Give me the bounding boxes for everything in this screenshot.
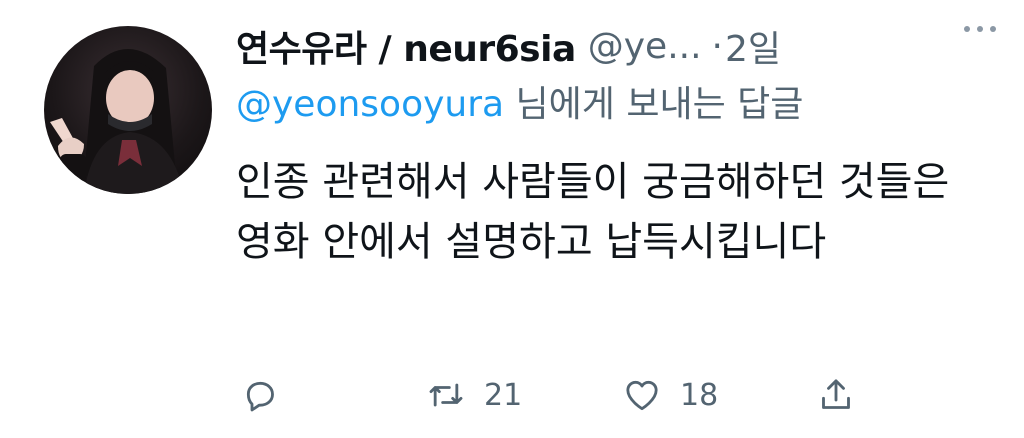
avatar-image — [50, 48, 184, 194]
avatar[interactable] — [44, 26, 212, 194]
reply-icon — [246, 381, 274, 412]
retweet-icon — [429, 383, 463, 407]
more-dot — [990, 26, 996, 32]
more-dot — [977, 26, 983, 32]
retweet-button[interactable]: 21 — [426, 370, 522, 420]
timestamp[interactable]: 2일 — [725, 20, 781, 72]
more-dot — [964, 26, 970, 32]
tweet-text: 인종 관련해서 사람들이 궁금해하던 것들은 영화 안에서 설명하고 납득시킵니… — [236, 159, 950, 265]
like-count: 18 — [680, 377, 719, 413]
reply-context: @yeonsooyura 님에게 보내는 답글 — [236, 80, 1000, 130]
heart-icon — [626, 380, 658, 411]
action-bar: 21 18 — [236, 370, 876, 420]
more-options-button[interactable] — [964, 26, 996, 32]
reply-button[interactable] — [240, 370, 280, 420]
share-icon — [822, 379, 850, 409]
reply-mention-link[interactable]: @yeonsooyura — [236, 84, 504, 125]
like-button[interactable]: 18 — [622, 370, 718, 420]
retweet-count: 21 — [484, 377, 523, 413]
share-button[interactable] — [816, 370, 856, 420]
reply-suffix: 님에게 보내는 답글 — [504, 84, 804, 125]
display-name[interactable]: 연수유라 / neur6sia — [236, 20, 576, 72]
user-handle[interactable]: @ye... — [588, 26, 702, 67]
tweet-header: 연수유라 / neur6sia @ye... · 2일 — [236, 18, 1000, 74]
separator-dot: · — [711, 25, 723, 67]
